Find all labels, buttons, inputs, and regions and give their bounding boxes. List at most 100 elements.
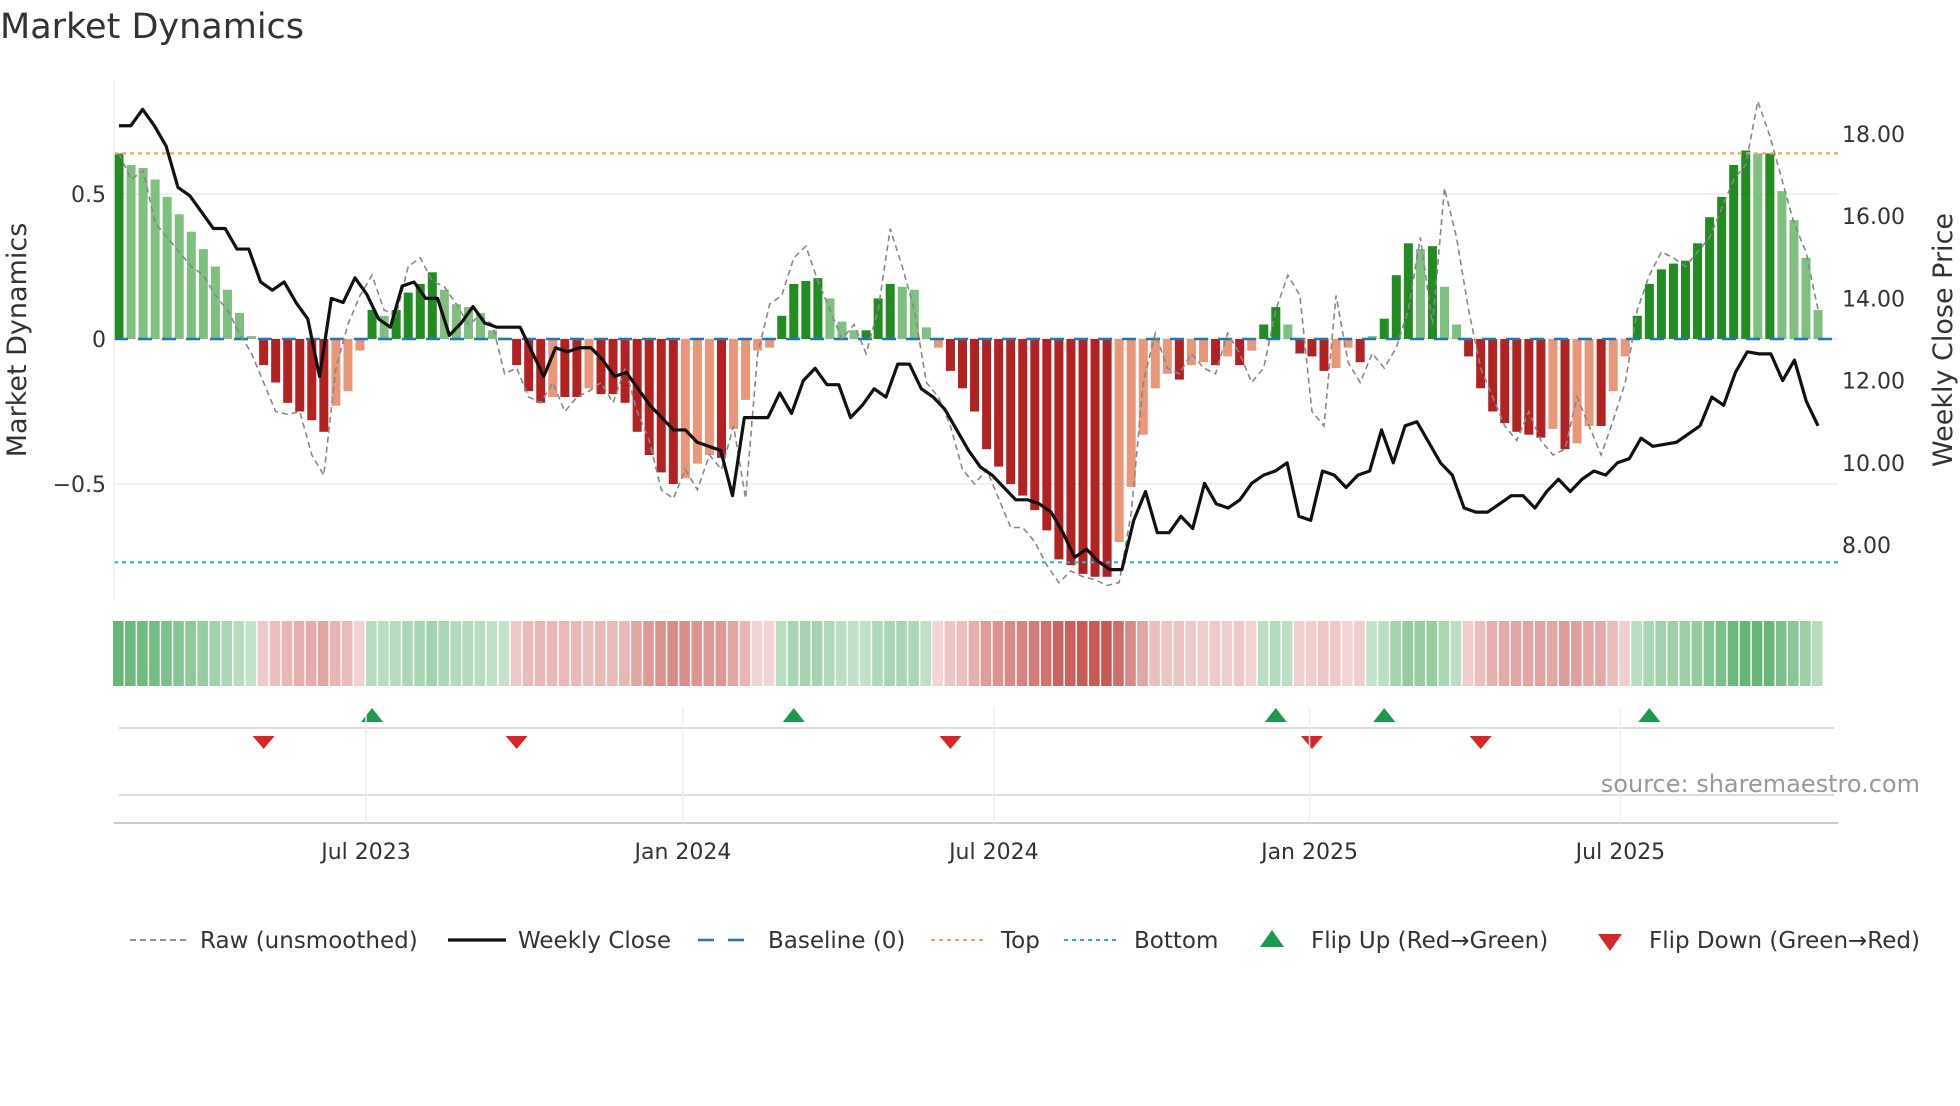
x-tick-label: Jul 2024 [947,840,1039,865]
bar [1681,260,1690,339]
strip-cell [1125,621,1136,686]
strip-cell [691,621,702,686]
strip-cell [1390,621,1401,686]
bar [451,304,461,339]
bar [1199,339,1208,363]
bar [1379,318,1389,339]
flip-down-marker [252,736,275,749]
bar [1572,339,1582,444]
bar [801,281,811,339]
strip-cell [1763,621,1775,686]
strip-cell [1052,621,1064,686]
bar [1608,339,1618,392]
y-tick-label: 0 [92,328,106,353]
bar [729,339,739,429]
strip-cell [474,621,486,686]
strip-cell [1474,621,1486,686]
bar [1512,339,1522,432]
strip-cell [1269,621,1281,686]
strip-cell [631,621,642,686]
heat-strip [113,621,1823,686]
legend-label: Raw (unsmoothed) [200,928,418,954]
legend-item-bottom: Bottom [1064,928,1218,954]
bar [982,339,992,450]
y2-tick-label: 18.00 [1842,123,1905,148]
flip-down-marker [1469,736,1492,749]
strip-cell [390,621,401,686]
strip-cell [534,621,546,686]
bar [921,327,931,339]
y2-axis-label: Weekly Close Price [1928,213,1959,467]
strip-cell [1209,621,1221,686]
bar [295,339,305,412]
strip-cell [1113,621,1124,686]
legend-item-raw: Raw (unsmoothed) [130,928,418,954]
bar [1753,153,1763,339]
strip-cell [703,621,715,686]
bar [560,339,570,397]
market-dynamics-chart: Market Dynamics 0.5 0 −0.5 18.00 16.00 14.00 1… [0,7,1959,954]
legend-item-flip_down: Flip Down (Green→Red) [1598,928,1920,954]
bar [656,339,666,473]
strip-cell [317,621,329,686]
strip-cell [1522,621,1534,686]
strip-cell [1354,621,1365,686]
strip-cell [1510,621,1522,686]
strip-cell [426,621,437,686]
bar [1331,339,1341,368]
strip-cell [1330,621,1341,686]
bar [198,249,208,339]
strip-cell [1028,621,1040,686]
strip-cell [498,621,510,686]
strip-cell [751,621,763,686]
bar [1741,150,1751,339]
flip-up-marker [782,708,805,722]
strip-cell [1583,621,1594,686]
bar [1391,275,1401,339]
strip-cell [1378,621,1389,686]
bar [1729,165,1739,339]
strip-cell [1679,621,1691,686]
bar [1813,310,1823,339]
bar [1620,339,1630,357]
strip-cell [1305,621,1317,686]
strip-cell [125,621,136,686]
strip-cell [305,621,317,686]
bar [1102,339,1112,577]
strip-cell [1559,621,1570,686]
flip-down-marker [1300,736,1323,749]
strip-cell [1221,621,1233,686]
legend-item-baseline: Baseline (0) [698,928,905,954]
strip-cell [341,621,353,686]
bar [1018,339,1028,496]
strip-cell [510,621,522,686]
strip-cell [956,621,968,686]
bar [704,339,714,455]
flip-up-marker [1373,708,1396,722]
y2-tick-label: 16.00 [1842,205,1905,230]
strip-cell [775,621,787,686]
legend-label: Baseline (0) [768,928,905,954]
strip-cell [462,621,474,686]
bar [970,339,980,412]
legend-item-top: Top [931,928,1040,954]
bar [259,339,269,366]
strip-cell [173,621,184,686]
strip-cell [1667,621,1679,686]
bar [1355,339,1365,363]
bar [620,339,630,403]
strip-cell [1342,621,1353,686]
bar [1126,339,1136,487]
strip-cell [293,621,305,686]
bar [1476,339,1486,389]
strip-cell [932,621,943,686]
bar [138,167,148,339]
strip-cell [908,621,919,686]
strip-cell [1715,621,1727,686]
strip-cell [233,621,245,686]
strip-cell [1462,621,1474,686]
y-axis-label: Market Dynamics [2,223,33,458]
bar [1030,339,1040,511]
bar [789,283,799,339]
bar [994,339,1004,467]
